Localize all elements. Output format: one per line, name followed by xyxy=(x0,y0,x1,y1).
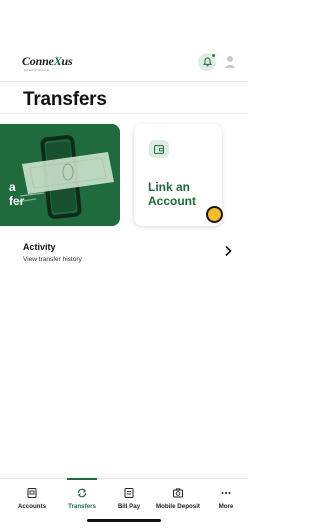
bell-icon xyxy=(202,57,212,67)
wallet-icon-badge xyxy=(149,140,169,158)
activity-row[interactable]: Activity View transfer history xyxy=(0,238,248,268)
transfer-card[interactable]: a fer xyxy=(0,124,120,226)
transfer-card-label: a fer xyxy=(9,180,25,208)
transfer-arrows-icon xyxy=(77,488,87,498)
tab-more[interactable]: More xyxy=(212,479,240,515)
home-indicator[interactable] xyxy=(87,519,161,522)
tab-transfers[interactable]: Transfers xyxy=(61,478,103,515)
link-account-label: Link an Account xyxy=(148,180,196,208)
divider xyxy=(0,113,248,114)
bill-pay-icon xyxy=(124,488,134,498)
notification-dot xyxy=(211,53,216,58)
app-header: ConneXus CREDIT UNION xyxy=(0,44,248,82)
chevron-right-icon xyxy=(225,245,232,257)
bottom-tab-bar: Accounts Transfers Bill Pay Mobile Depos… xyxy=(0,478,248,514)
activity-subtitle: View transfer history xyxy=(23,256,82,263)
link-account-card[interactable]: Link an Account xyxy=(134,124,223,226)
highlight-dot xyxy=(206,206,223,223)
tab-accounts[interactable]: Accounts xyxy=(12,479,52,515)
tab-mobile-deposit[interactable]: Mobile Deposit xyxy=(152,479,204,515)
more-dots-icon xyxy=(221,492,231,494)
accounts-icon xyxy=(27,488,37,498)
connexus-logo: ConneXus CREDIT UNION xyxy=(22,54,73,72)
activity-title: Activity xyxy=(23,242,56,252)
wallet-icon xyxy=(154,144,164,154)
phone-money-illustration xyxy=(15,135,114,219)
camera-icon xyxy=(173,488,183,498)
active-tab-indicator xyxy=(67,478,97,480)
notifications-button[interactable] xyxy=(198,53,216,71)
tab-bill-pay[interactable]: Bill Pay xyxy=(112,479,146,515)
person-icon[interactable] xyxy=(223,54,237,70)
page-title: Transfers xyxy=(23,89,107,110)
